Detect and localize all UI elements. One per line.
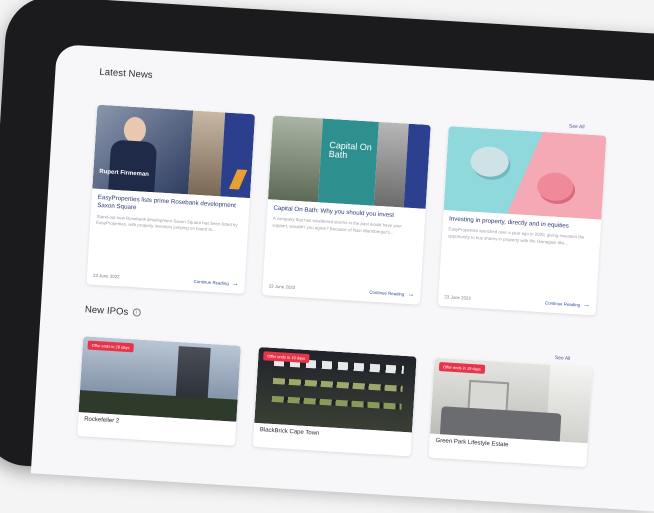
news-card-image-caption: Capital On Bath <box>328 139 373 161</box>
news-card-image: Capital On Bath <box>267 115 431 209</box>
ipo-card-image: Offer ends in 19 days <box>429 357 593 444</box>
arrow-right-icon: → <box>582 301 591 310</box>
new-ipos-title: New IPOs <box>84 304 129 318</box>
continue-reading-link[interactable]: Continue Reading → <box>545 299 590 309</box>
news-card[interactable]: Investing in property, directly and in e… <box>437 126 607 316</box>
new-ipos-see-all-link[interactable]: See All <box>555 355 571 362</box>
latest-news-title: Latest News <box>99 66 154 81</box>
latest-news-see-all-link[interactable]: See All <box>569 123 585 130</box>
tablet-device: Latest News See All Rupert Firmeman Easy… <box>0 0 654 513</box>
news-card-image <box>443 126 607 220</box>
ipo-card-image: Offer ends in 19 days <box>254 346 417 433</box>
arrow-right-icon: → <box>407 290 415 299</box>
info-icon[interactable]: i <box>132 308 141 318</box>
news-card-image: Rupert Firmeman <box>92 104 256 199</box>
news-card-date: 23 June 2022 <box>92 272 120 280</box>
new-ipos-heading: New IPOs i <box>85 304 141 318</box>
news-card[interactable]: Capital On Bath Capital On Bath: Why you… <box>262 115 431 305</box>
continue-reading-label: Continue Reading <box>369 289 405 297</box>
app-screen: Latest News See All Rupert Firmeman Easy… <box>30 44 654 513</box>
ipo-card[interactable]: Offer ends in 19 days Green Park Lifesty… <box>428 357 593 468</box>
continue-reading-label: Continue Reading <box>193 278 229 287</box>
continue-reading-link[interactable]: Continue Reading → <box>369 289 414 299</box>
news-card-date: 23 June 2022 <box>268 283 296 291</box>
continue-reading-link[interactable]: Continue Reading → <box>193 278 238 288</box>
arrow-right-icon: → <box>231 280 239 288</box>
ipo-card[interactable]: Offer ends in 26 days Rockefeller 2 <box>77 336 241 446</box>
ipo-card[interactable]: Offer ends in 19 days BlackBrick Cape To… <box>252 346 417 457</box>
ipo-card-image: Offer ends in 26 days <box>78 336 241 422</box>
news-card-date: 23 June 2022 <box>444 294 472 301</box>
news-card[interactable]: Rupert Firmeman EasyProperties lists pri… <box>86 104 256 294</box>
continue-reading-label: Continue Reading <box>544 300 581 308</box>
